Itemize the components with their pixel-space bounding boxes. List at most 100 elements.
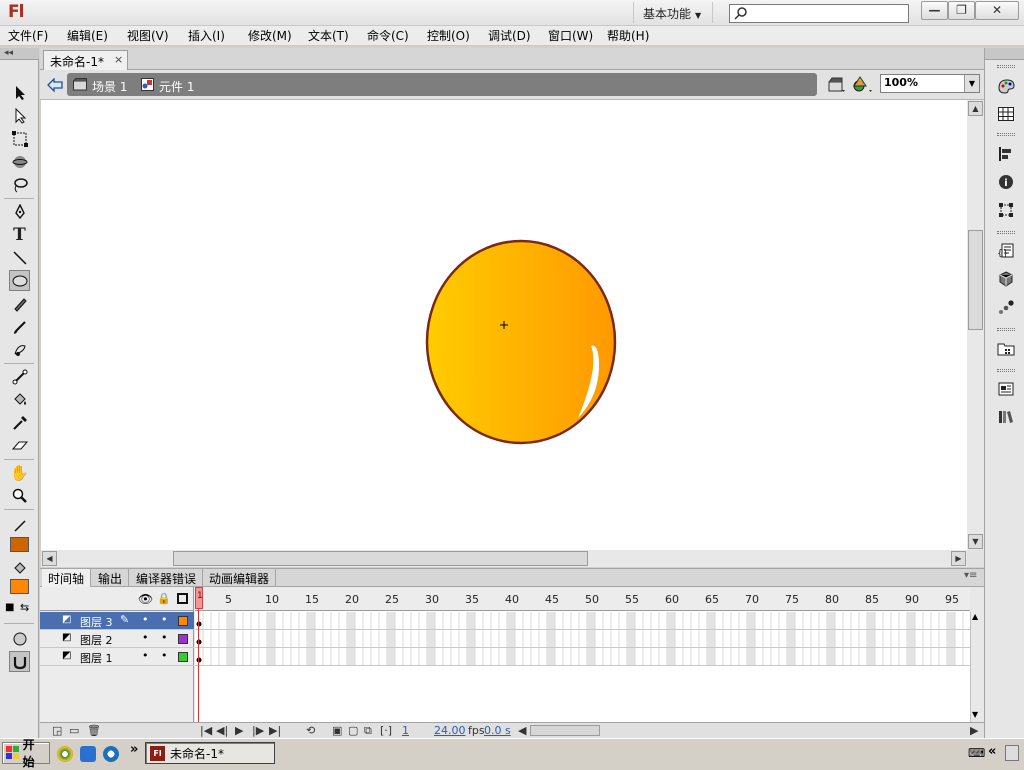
bone-tool-icon[interactable] (9, 366, 30, 387)
3d-rotation-tool-icon[interactable] (9, 151, 30, 172)
panel-menu-icon[interactable]: ▾≡ (964, 570, 977, 581)
panel-collapse-grip[interactable]: ◂◂ (0, 48, 39, 60)
default-colors-icon[interactable]: ■ (5, 602, 14, 613)
last-frame-button[interactable]: ▶| (269, 724, 281, 737)
stage-horizontal-scrollbar[interactable]: ◀ ▶ (41, 550, 967, 567)
tab-timeline[interactable]: 时间轴 (42, 569, 92, 587)
outline-all-icon[interactable] (177, 593, 188, 604)
scroll-up-button[interactable]: ▲ (972, 612, 978, 621)
subselection-tool-icon[interactable] (9, 105, 30, 126)
quicklaunch-more-chevron[interactable]: » (130, 742, 138, 757)
current-frame-readout[interactable]: 1 (402, 724, 409, 737)
motion-presets-icon[interactable] (996, 297, 1016, 317)
snap-to-objects-icon[interactable] (9, 651, 30, 672)
menu-file[interactable]: 文件(F) (8, 27, 48, 44)
back-arrow-icon[interactable] (47, 78, 63, 92)
eraser-tool-icon[interactable] (9, 435, 30, 456)
actions-panel-icon[interactable]: {} (996, 241, 1016, 261)
text-tool-icon[interactable]: T (9, 224, 30, 245)
restore-button[interactable]: ❐ (948, 1, 975, 20)
edit-multiple-frames-icon[interactable]: ⧉ (364, 724, 372, 738)
playhead[interactable]: 1 (195, 587, 203, 609)
menu-text[interactable]: 文本(T) (308, 27, 349, 44)
workspace-switcher[interactable]: 基本功能 ▼ (633, 2, 713, 23)
fill-color-swatch[interactable] (10, 579, 29, 594)
properties-panel-icon[interactable] (996, 379, 1016, 399)
next-frame-button[interactable]: |▶ (252, 724, 264, 737)
lock-dot[interactable]: • (161, 631, 168, 644)
frame-cells[interactable] (195, 612, 970, 667)
layer-outline-color[interactable] (178, 616, 188, 626)
color-panel-icon[interactable] (996, 76, 1016, 96)
scroll-thumb[interactable] (968, 230, 983, 330)
breadcrumb-scene[interactable]: 场景 1 (92, 78, 127, 95)
show-hide-all-eye-icon[interactable]: 👁 (138, 592, 153, 606)
lock-dot[interactable]: • (161, 613, 168, 626)
scroll-right-button[interactable]: ▶ (951, 551, 966, 566)
menu-debug[interactable]: 调试(D) (488, 27, 531, 44)
object-drawing-icon[interactable] (9, 628, 30, 649)
paint-bucket-tool-icon[interactable] (9, 389, 30, 410)
document-tab[interactable]: 未命名-1* × (43, 50, 128, 70)
selection-tool-icon[interactable] (9, 82, 30, 103)
first-frame-button[interactable]: |◀ (200, 724, 212, 737)
edit-scene-icon[interactable] (828, 77, 846, 93)
deco-tool-icon[interactable] (9, 339, 30, 360)
brush-tool-icon[interactable] (9, 316, 30, 337)
minimize-button[interactable]: — (921, 1, 948, 20)
stage[interactable] (41, 100, 967, 550)
orange-ellipse-shape[interactable] (425, 239, 617, 445)
hand-tool-icon[interactable]: ✋ (9, 462, 30, 483)
keyboard-tray-icon[interactable]: ⌨ (968, 746, 985, 760)
new-folder-icon[interactable]: ▭ (69, 724, 79, 737)
free-transform-tool-icon[interactable] (9, 128, 30, 149)
network-tray-icon[interactable] (1005, 745, 1019, 761)
previous-frame-button[interactable]: ◀| (216, 724, 228, 737)
align-panel-icon[interactable] (996, 144, 1016, 164)
menu-view[interactable]: 视图(V) (127, 27, 169, 44)
start-button[interactable]: 开始 (2, 738, 50, 769)
breadcrumb-symbol[interactable]: 元件 1 (159, 78, 194, 95)
timeline-vertical-scrollbar[interactable]: ▲ ▼ (970, 612, 984, 722)
delete-layer-icon[interactable]: 🗑 (87, 724, 101, 737)
menu-insert[interactable]: 插入(I) (188, 27, 225, 44)
onion-skin-icon[interactable]: ▣ (332, 724, 342, 737)
menu-control[interactable]: 控制(O) (427, 27, 470, 44)
lock-dot[interactable]: • (161, 649, 168, 662)
tab-output[interactable]: 输出 (92, 569, 130, 587)
lasso-tool-icon[interactable] (9, 174, 30, 195)
edit-symbols-icon[interactable] (853, 76, 873, 93)
pen-tool-icon[interactable] (9, 201, 30, 222)
layer-outline-color[interactable] (178, 652, 188, 662)
zoom-select[interactable]: 100% ▼ (880, 74, 980, 93)
modify-markers-icon[interactable]: [·] (380, 724, 392, 737)
menu-window[interactable]: 窗口(W) (548, 27, 593, 44)
tray-expand-chevron[interactable]: « (988, 744, 996, 759)
chrome-icon[interactable] (57, 746, 73, 762)
fps-readout[interactable]: 24.00 (434, 724, 466, 737)
play-button[interactable]: ▶ (235, 724, 243, 737)
layer-row[interactable]: ◩ 图层 3 ✎ • • (40, 612, 194, 630)
info-panel-icon[interactable]: i (996, 172, 1016, 192)
new-layer-icon[interactable]: ◲ (52, 724, 62, 737)
help-search-input[interactable] (729, 4, 909, 23)
menu-edit[interactable]: 编辑(E) (67, 27, 108, 44)
lock-all-icon[interactable]: 🔒 (157, 592, 171, 605)
swap-colors-icon[interactable]: ⇆ (20, 601, 29, 614)
tab-motion-editor[interactable]: 动画编辑器 (203, 569, 277, 587)
visibility-dot[interactable]: • (142, 631, 149, 644)
timeline-hscroll-thumb[interactable] (530, 725, 600, 736)
layer-row[interactable]: ◩ 图层 1 • • (40, 648, 194, 666)
loop-icon[interactable]: ⟲ (306, 724, 315, 737)
menu-modify[interactable]: 修改(M) (248, 27, 292, 44)
zoom-tool-icon[interactable] (9, 485, 30, 506)
scroll-right-button[interactable]: ▶ (970, 724, 978, 737)
components-panel-icon[interactable] (996, 269, 1016, 289)
scroll-down-button[interactable]: ▼ (972, 710, 978, 719)
scroll-left-button[interactable]: ◀ (518, 724, 526, 737)
close-tab-icon[interactable]: × (114, 53, 123, 66)
tab-compiler-errors[interactable]: 编译器错误 (130, 569, 204, 587)
eyedropper-tool-icon[interactable] (9, 412, 30, 433)
stroke-color-swatch[interactable] (10, 537, 29, 552)
scroll-left-button[interactable]: ◀ (42, 551, 57, 566)
